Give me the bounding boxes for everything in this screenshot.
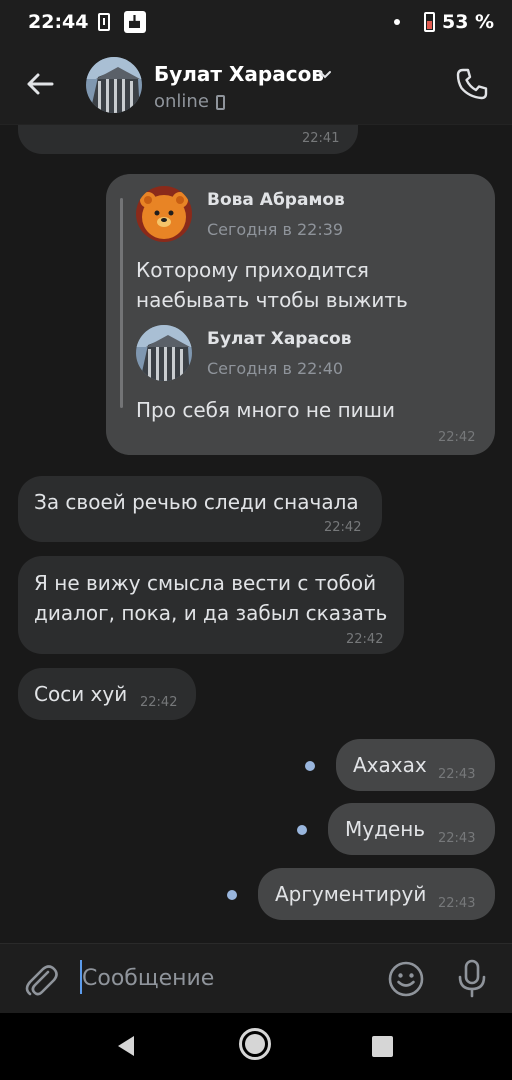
message-list[interactable]: 22:41 Вова Абрамов Сегодня в 22:39 Котор… (0, 125, 512, 943)
emoji-icon[interactable] (386, 959, 426, 999)
contact-name[interactable]: Булат Харасов (154, 62, 324, 86)
paperclip-icon[interactable] (22, 958, 58, 998)
battery-icon (424, 12, 435, 32)
message-time: 22:43 (438, 767, 476, 782)
status-bar: 22:44 53 % (0, 0, 512, 44)
message-time: 22:42 (140, 695, 178, 710)
message-bubble-incoming[interactable]: За своей речью следи сначала 22:42 (18, 476, 382, 542)
message-bubble-outgoing[interactable]: Ахахах 22:43 (336, 739, 495, 791)
forward-date: Сегодня в 22:40 (207, 359, 344, 378)
message-time: 22:42 (324, 520, 362, 535)
microphone-icon[interactable] (454, 958, 490, 998)
message-input[interactable] (82, 962, 362, 994)
forward-date: Сегодня в 22:39 (207, 220, 344, 239)
message-bubble-outgoing[interactable]: Аргументируй 22:43 (258, 868, 495, 920)
notification-icon (98, 13, 110, 31)
message-bubble-outgoing[interactable]: Вова Абрамов Сегодня в 22:39 Которому пр… (106, 174, 495, 455)
unread-indicator (297, 825, 307, 835)
nav-recents-icon[interactable] (372, 1036, 393, 1057)
message-time: 22:41 (302, 131, 340, 146)
message-text: Я не вижу смысла вести с тобой (34, 571, 377, 595)
battery-level: 53 % (442, 11, 495, 33)
app-notification-icon (124, 11, 146, 33)
nav-home-icon[interactable] (238, 1027, 272, 1061)
forward-text: Про себя много не пиши (136, 398, 395, 422)
forward-quote-bar (120, 198, 123, 408)
message-bubble-incoming[interactable]: Я не вижу смысла вести с тобой диалог, п… (18, 556, 404, 654)
message-text: Соси хуй (34, 682, 128, 706)
chevron-down-icon[interactable] (318, 70, 332, 80)
chat-header: Булат Харасов online (0, 44, 512, 125)
forward-author-avatar[interactable] (136, 186, 192, 242)
system-navigation-bar (0, 1013, 512, 1080)
back-arrow-icon[interactable] (22, 66, 58, 102)
forward-author-name[interactable]: Булат Харасов (207, 329, 351, 349)
forward-author-name[interactable]: Вова Абрамов (207, 190, 345, 210)
unread-indicator (227, 890, 237, 900)
message-text: Мудень (345, 817, 426, 841)
unread-indicator (305, 761, 315, 771)
nav-back-icon[interactable] (114, 1033, 140, 1059)
message-time: 22:42 (346, 632, 384, 647)
phone-call-icon[interactable] (452, 64, 492, 104)
forward-author-avatar[interactable] (136, 325, 192, 381)
message-text: диалог, пока, и да забыл сказать (34, 601, 388, 625)
status-time: 22:44 (28, 11, 89, 33)
message-time: 22:42 (438, 430, 476, 445)
contact-status: online (154, 91, 209, 112)
contact-avatar[interactable] (86, 57, 142, 113)
message-bubble-outgoing[interactable]: Мудень 22:43 (328, 803, 495, 855)
forward-text: наебывать чтобы выжить (136, 288, 408, 312)
status-dot-icon (394, 19, 400, 25)
mobile-device-icon (216, 95, 225, 110)
message-bubble-incoming[interactable]: Соси хуй 22:42 (18, 668, 196, 720)
message-time: 22:43 (438, 896, 476, 911)
message-text: Ахахах (353, 753, 427, 777)
message-composer (0, 943, 512, 1014)
message-text: За своей речью следи сначала (34, 490, 359, 514)
forward-text: Которому приходится (136, 258, 369, 282)
message-bubble-incoming[interactable]: 22:41 (18, 125, 358, 154)
message-time: 22:43 (438, 831, 476, 846)
message-text: Аргументируй (275, 882, 427, 906)
